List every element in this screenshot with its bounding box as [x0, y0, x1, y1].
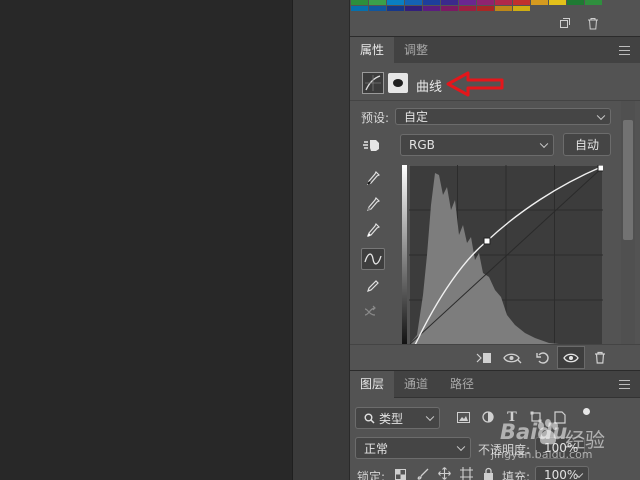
delete-adjustment-trash-icon[interactable]	[591, 349, 609, 366]
chevron-down-icon	[456, 442, 466, 452]
chevron-down-icon	[539, 139, 549, 149]
layer-filter-dropdown[interactable]: 类型	[355, 407, 440, 429]
panel-dock-gutter	[292, 0, 349, 480]
channel-dropdown[interactable]: RGB	[400, 134, 554, 156]
layers-tabbar: 图层 通道 路径	[350, 370, 640, 398]
preset-value: 自定	[404, 110, 429, 124]
filter-toggle-dot-icon[interactable]	[583, 408, 590, 415]
black-point-eyedropper-icon[interactable]	[361, 168, 385, 190]
fill-value: 100%	[544, 468, 579, 480]
lock-image-pixels-brush-icon[interactable]	[416, 468, 429, 480]
reset-adjustment-icon[interactable]	[533, 349, 553, 366]
color-swatch[interactable]	[531, 0, 549, 6]
edit-points-curve-tool-icon[interactable]	[361, 248, 385, 270]
color-swatch[interactable]	[585, 0, 603, 6]
chevron-down-icon	[596, 111, 606, 120]
smooth-curve-icon[interactable]	[361, 301, 385, 323]
input-gradient-strip	[402, 165, 407, 345]
curves-graph[interactable]	[409, 165, 603, 345]
swatches-footer	[350, 12, 640, 34]
color-swatch[interactable]	[549, 0, 567, 6]
view-previous-state-icon[interactable]	[502, 349, 524, 366]
tab-adjustments[interactable]: 调整	[394, 37, 438, 64]
layer-mask-icon[interactable]	[388, 73, 408, 93]
chevron-down-icon	[425, 412, 435, 422]
channel-value: RGB	[409, 138, 435, 152]
on-image-adjust-hand-icon[interactable]	[361, 136, 383, 154]
tab-paths[interactable]: 路径	[440, 371, 484, 398]
document-canvas-area	[0, 0, 292, 480]
watermark-url: jingyan.baidu.com	[491, 448, 593, 461]
curve-control-point[interactable]	[483, 237, 491, 245]
lock-artboard-icon[interactable]	[459, 467, 473, 480]
toggle-visibility-eye-icon[interactable]	[557, 346, 585, 369]
filter-adjustment-layer-icon[interactable]	[480, 409, 496, 425]
filter-pixel-layer-icon[interactable]	[455, 409, 471, 425]
clip-to-layer-icon[interactable]	[474, 349, 494, 366]
search-icon	[364, 413, 375, 424]
watermark-paw-logo-icon	[538, 419, 558, 445]
preset-label: 预设:	[361, 111, 390, 125]
panel-menu-icon[interactable]	[619, 380, 630, 389]
new-swatch-icon[interactable]	[557, 15, 573, 31]
red-arrow-annotation-icon	[446, 71, 504, 97]
curves-adjustment-icon[interactable]	[362, 72, 384, 94]
tab-channels[interactable]: 通道	[394, 371, 438, 398]
white-point-eyedropper-icon[interactable]	[361, 220, 385, 242]
swatches-grid[interactable]	[351, 0, 603, 12]
tab-layers[interactable]: 图层	[350, 371, 395, 398]
lock-transparent-pixels-icon[interactable]	[394, 468, 407, 480]
gray-point-eyedropper-icon[interactable]	[361, 194, 385, 216]
fill-field[interactable]: 100%	[535, 466, 589, 480]
lock-position-move-icon[interactable]	[437, 467, 451, 480]
fill-label: 填充:	[502, 470, 531, 480]
layer-filter-value: 类型	[379, 411, 404, 426]
properties-scroll-thumb[interactable]	[623, 120, 633, 240]
pencil-draw-curve-icon[interactable]	[361, 275, 385, 297]
blend-mode-value: 正常	[364, 441, 389, 456]
delete-swatch-trash-icon[interactable]	[585, 15, 601, 31]
lock-label: 锁定:	[357, 470, 386, 480]
properties-bottom-toolbar	[350, 344, 640, 369]
properties-tabbar: 属性 调整	[350, 36, 640, 64]
panel-menu-icon[interactable]	[619, 46, 630, 55]
lock-all-icon[interactable]	[482, 467, 494, 480]
tab-properties[interactable]: 属性	[350, 37, 395, 64]
preset-dropdown[interactable]: 自定	[395, 108, 611, 125]
blend-mode-dropdown[interactable]: 正常	[355, 437, 471, 459]
auto-button[interactable]: 自动	[563, 133, 611, 156]
adjustment-name: 曲线	[416, 80, 443, 95]
color-swatch[interactable]	[567, 0, 585, 6]
curve-endpoint[interactable]	[597, 165, 603, 172]
